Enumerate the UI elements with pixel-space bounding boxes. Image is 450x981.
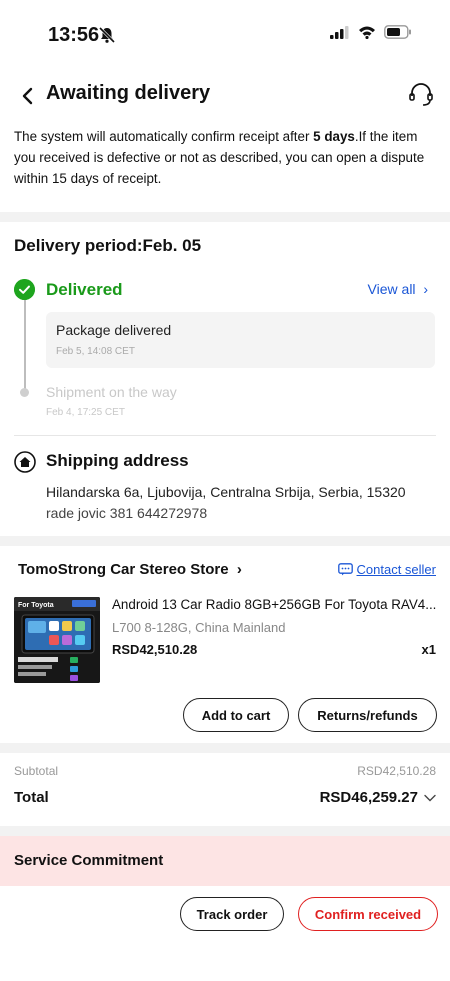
total-toggle[interactable]: RSD46,259.27 <box>320 789 436 806</box>
tracking-event-latest: Package delivered Feb 5, 14:08 CET <box>46 312 435 368</box>
timeline-dot <box>20 388 29 397</box>
chevron-right-icon: › <box>419 281 428 297</box>
event-time: Feb 4, 17:25 CET <box>46 407 125 418</box>
returns-refunds-button[interactable]: Returns/refunds <box>298 698 437 732</box>
section-divider <box>0 536 450 546</box>
confirm-received-button[interactable]: Confirm received <box>298 897 438 931</box>
divider <box>14 435 436 436</box>
total-value: RSD46,259.27 <box>319 789 418 806</box>
check-circle-icon <box>14 279 35 300</box>
product-name[interactable]: Android 13 Car Radio 8GB+256GB For Toyot… <box>112 597 436 612</box>
service-commitment-title: Service Commitment <box>14 852 164 869</box>
image-brand-text: For Toyota <box>18 602 54 609</box>
shipping-address-title: Shipping address <box>46 451 189 470</box>
event-title: Package delivered <box>56 322 172 338</box>
contact-seller-label: Contact seller <box>356 562 436 577</box>
section-divider <box>0 743 450 753</box>
product-image[interactable]: For Toyota <box>14 597 100 683</box>
add-to-cart-button[interactable]: Add to cart <box>183 698 289 732</box>
product-price: RSD42,510.28 <box>112 642 198 657</box>
customer-service-icon[interactable] <box>406 80 436 110</box>
wifi-icon <box>359 26 375 39</box>
status-time: 13:56 <box>48 24 100 46</box>
page-title: Awaiting delivery <box>46 82 211 104</box>
page-header: Awaiting delivery <box>0 78 450 114</box>
delivery-status: Delivered <box>46 280 123 299</box>
contact-seller-link[interactable]: Contact seller <box>337 562 436 577</box>
view-all-label: View all <box>367 281 416 297</box>
signal-icon <box>330 26 349 39</box>
chat-icon <box>337 563 353 576</box>
bell-off-icon <box>98 26 116 44</box>
product-variant: L700 8-128G, China Mainland <box>112 620 286 635</box>
subtotal-value: RSD42,510.28 <box>357 764 436 778</box>
event-title: Shipment on the way <box>46 384 177 400</box>
event-time: Feb 5, 14:08 CET <box>56 346 135 357</box>
service-commitment-banner[interactable]: Service Commitment <box>0 836 450 886</box>
car-radio-image: For Toyota <box>14 597 100 683</box>
address-line: Hilandarska 6a, Ljubovija, Centralna Srb… <box>46 484 406 500</box>
section-divider <box>0 212 450 222</box>
back-chevron-icon[interactable] <box>16 84 40 108</box>
track-order-button[interactable]: Track order <box>180 897 284 931</box>
view-all-link[interactable]: View all › <box>368 281 428 297</box>
notice-days: 5 days <box>313 129 355 144</box>
status-icons <box>330 25 412 39</box>
status-bar: 13:56 <box>0 0 450 70</box>
address-contact: rade jovic 381 644272978 <box>46 505 208 521</box>
delivery-period-title: Delivery period:Feb. 05 <box>14 236 202 255</box>
store-name-link[interactable]: TomoStrong Car Stereo Store › <box>18 561 242 578</box>
timeline-line <box>24 296 26 392</box>
home-icon <box>14 451 36 473</box>
notice-text-start: The system will automatically confirm re… <box>14 129 314 144</box>
chevron-down-icon <box>424 794 436 801</box>
product-quantity: x1 <box>421 642 436 657</box>
chevron-right-icon: › <box>232 561 242 578</box>
store-name: TomoStrong Car Stereo Store <box>18 561 229 578</box>
section-divider <box>0 826 450 836</box>
battery-icon <box>384 25 411 39</box>
subtotal-label: Subtotal <box>14 764 59 778</box>
total-label: Total <box>14 789 49 806</box>
auto-confirm-notice: The system will automatically confirm re… <box>14 126 436 189</box>
